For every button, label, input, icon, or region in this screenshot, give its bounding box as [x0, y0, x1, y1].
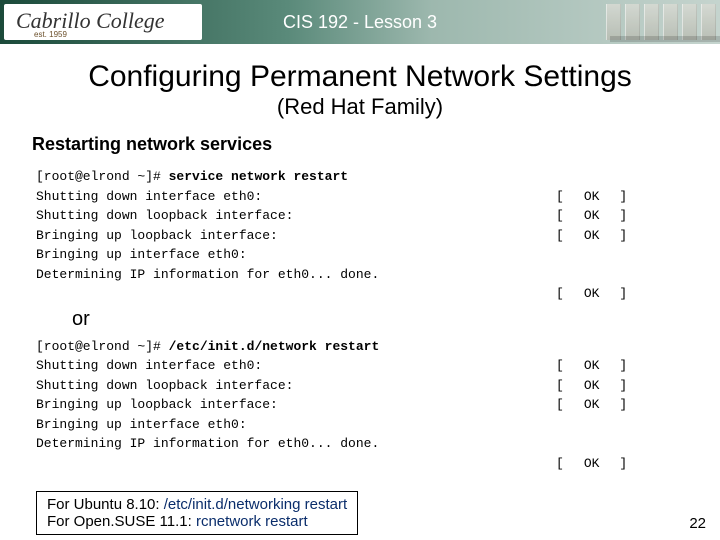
college-logo: Cabrillo College est. 1959 [4, 4, 202, 40]
output-line: Determining IP information for eth0... d… [36, 434, 556, 454]
terminal-block-1: [root@elrond ~]# service network restart… [36, 167, 690, 304]
output-line: Shutting down interface eth0: [36, 187, 556, 207]
output-line: Shutting down loopback interface: [36, 206, 556, 226]
output-line: Bringing up interface eth0: [36, 415, 556, 435]
note-label: For Open.SUSE 11.1: [47, 513, 196, 530]
section-heading: Restarting network services [32, 134, 690, 155]
note-label: For Ubuntu 8.10: [47, 496, 164, 513]
header-pillars-decor [606, 4, 716, 40]
slide-subtitle: (Red Hat Family) [30, 94, 690, 120]
output-line: Bringing up loopback interface: [36, 226, 556, 246]
slide-header: Cabrillo College est. 1959 CIS 192 - Les… [0, 0, 720, 44]
logo-est: est. 1959 [34, 30, 67, 39]
slide-content: Configuring Permanent Network Settings (… [0, 44, 720, 535]
command-text: /etc/init.d/network restart [169, 339, 380, 354]
output-line: Bringing up interface eth0: [36, 245, 556, 265]
output-line: Determining IP information for eth0... d… [36, 265, 556, 285]
command-text: service network restart [169, 169, 348, 184]
note-command: rcnetwork restart [196, 513, 308, 530]
or-separator: or [72, 308, 690, 331]
distro-notes-box: For Ubuntu 8.10: /etc/init.d/networking … [36, 491, 358, 535]
slide-title: Configuring Permanent Network Settings [30, 60, 690, 94]
output-line: Bringing up loopback interface: [36, 395, 556, 415]
page-number: 22 [689, 515, 706, 532]
output-line: Shutting down loopback interface: [36, 376, 556, 396]
terminal-block-2: [root@elrond ~]# /etc/init.d/network res… [36, 337, 690, 474]
shell-prompt: [root@elrond ~]# [36, 339, 169, 354]
shell-prompt: [root@elrond ~]# [36, 169, 169, 184]
note-command: /etc/init.d/networking restart [164, 496, 347, 513]
output-line: Shutting down interface eth0: [36, 356, 556, 376]
